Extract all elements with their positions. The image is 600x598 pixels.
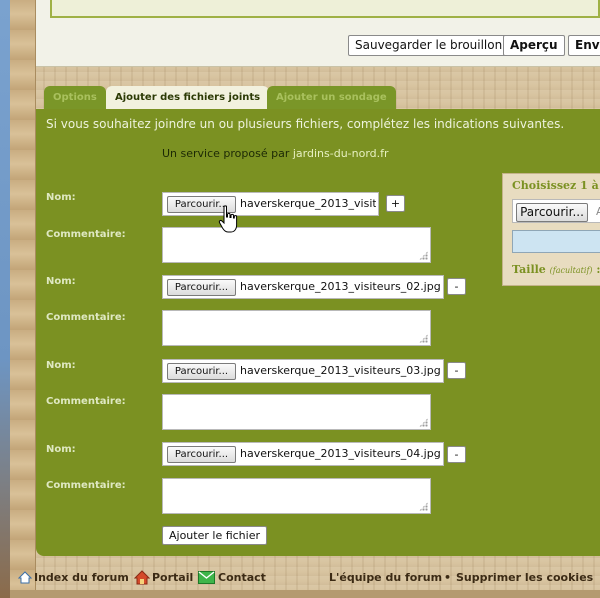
home-icon bbox=[18, 571, 32, 584]
portal-icon bbox=[134, 570, 150, 585]
portal-link[interactable]: Portail bbox=[152, 571, 193, 584]
browse-button[interactable]: Parcourir... bbox=[167, 279, 236, 296]
editor-bottom-stripe bbox=[50, 0, 600, 18]
file-input[interactable]: Parcourir... haverskerque_2013_visit bbox=[162, 192, 379, 216]
tab-options[interactable]: Options bbox=[44, 86, 106, 109]
resize-grip[interactable] bbox=[419, 502, 428, 511]
file-input[interactable]: Parcourir... haverskerque_2013_visiteurs… bbox=[162, 275, 444, 299]
send-button[interactable]: Env bbox=[568, 35, 600, 56]
image-file-input[interactable]: Parcourir... A bbox=[512, 199, 600, 223]
file-name: haverskerque_2013_visiteurs_04.jpg bbox=[240, 447, 441, 460]
mail-icon bbox=[198, 571, 215, 584]
hand-cursor-icon bbox=[218, 205, 238, 233]
service-credit: Un service proposé par jardins-du-nord.f… bbox=[162, 147, 389, 160]
preview-button[interactable]: Aperçu bbox=[503, 35, 565, 56]
comment-label: Commentaire: bbox=[46, 312, 126, 323]
tab-attachments[interactable]: Ajouter des fichiers joints bbox=[106, 86, 270, 110]
file-input[interactable]: Parcourir... haverskerque_2013_visiteurs… bbox=[162, 442, 444, 466]
contact-link[interactable]: Contact bbox=[218, 571, 266, 584]
file-name: haverskerque_2013_visit bbox=[240, 197, 376, 210]
add-row-button[interactable]: + bbox=[386, 195, 405, 212]
forum-footer: Index du forum Portail Contact L'équipe … bbox=[10, 566, 600, 590]
comment-label: Commentaire: bbox=[46, 396, 126, 407]
resize-grip[interactable] bbox=[419, 251, 428, 260]
tab-poll[interactable]: Ajouter un sondage bbox=[267, 86, 396, 109]
comment-textarea[interactable] bbox=[162, 310, 431, 346]
comment-textarea[interactable] bbox=[162, 227, 431, 263]
remove-row-button[interactable]: - bbox=[447, 362, 466, 379]
size-label: Taille (facultatif) : ♠ bbox=[512, 263, 600, 276]
size-label-text: Taille bbox=[512, 263, 546, 276]
team-link[interactable]: L'équipe du forum bbox=[329, 571, 442, 584]
remove-row-button[interactable]: - bbox=[447, 278, 466, 295]
upload-title: Choisissez 1 à 4 i bbox=[512, 179, 600, 192]
delete-cookies-link[interactable]: Supprimer les cookies bbox=[456, 571, 593, 584]
sky-edge bbox=[0, 0, 10, 598]
browse-button[interactable]: Parcourir... bbox=[516, 203, 588, 222]
index-link[interactable]: Index du forum bbox=[34, 571, 129, 584]
name-label: Nom: bbox=[46, 276, 76, 287]
file-input[interactable]: Parcourir... haverskerque_2013_visiteurs… bbox=[162, 359, 444, 383]
footer-separator: • bbox=[444, 571, 452, 584]
name-label: Nom: bbox=[46, 444, 76, 455]
browse-button[interactable]: Parcourir... bbox=[167, 363, 236, 380]
size-colon: : bbox=[596, 263, 600, 276]
resize-grip[interactable] bbox=[419, 418, 428, 427]
image-upload-box: Choisissez 1 à 4 i Parcourir... A Taille… bbox=[502, 173, 600, 286]
file-name: haverskerque_2013_visiteurs_02.jpg bbox=[240, 280, 441, 293]
bottom-border bbox=[10, 590, 600, 598]
service-link[interactable]: jardins-du-nord.fr bbox=[293, 147, 389, 160]
service-prefix: Un service proposé par bbox=[162, 147, 290, 160]
editor-footer-panel bbox=[36, 0, 600, 67]
comment-label: Commentaire: bbox=[46, 480, 126, 491]
save-draft-button[interactable]: Sauvegarder le brouillon bbox=[348, 35, 510, 56]
comment-textarea[interactable] bbox=[162, 478, 431, 514]
comment-textarea[interactable] bbox=[162, 394, 431, 430]
comment-label: Commentaire: bbox=[46, 229, 126, 240]
attachments-intro: Si vous souhaitez joindre un ou plusieur… bbox=[46, 117, 565, 131]
file-name: haverskerque_2013_visiteurs_03.jpg bbox=[240, 364, 441, 377]
wood-plank bbox=[10, 0, 36, 598]
image-url-field[interactable] bbox=[512, 230, 600, 253]
resize-grip[interactable] bbox=[419, 334, 428, 343]
name-label: Nom: bbox=[46, 360, 76, 371]
add-file-button[interactable]: Ajouter le fichier bbox=[162, 526, 267, 545]
size-optional: (facultatif) bbox=[549, 266, 593, 275]
remove-row-button[interactable]: - bbox=[447, 446, 466, 463]
browse-button[interactable]: Parcourir... bbox=[167, 446, 236, 463]
name-label: Nom: bbox=[46, 192, 76, 203]
file-name-stub: A bbox=[596, 205, 600, 218]
